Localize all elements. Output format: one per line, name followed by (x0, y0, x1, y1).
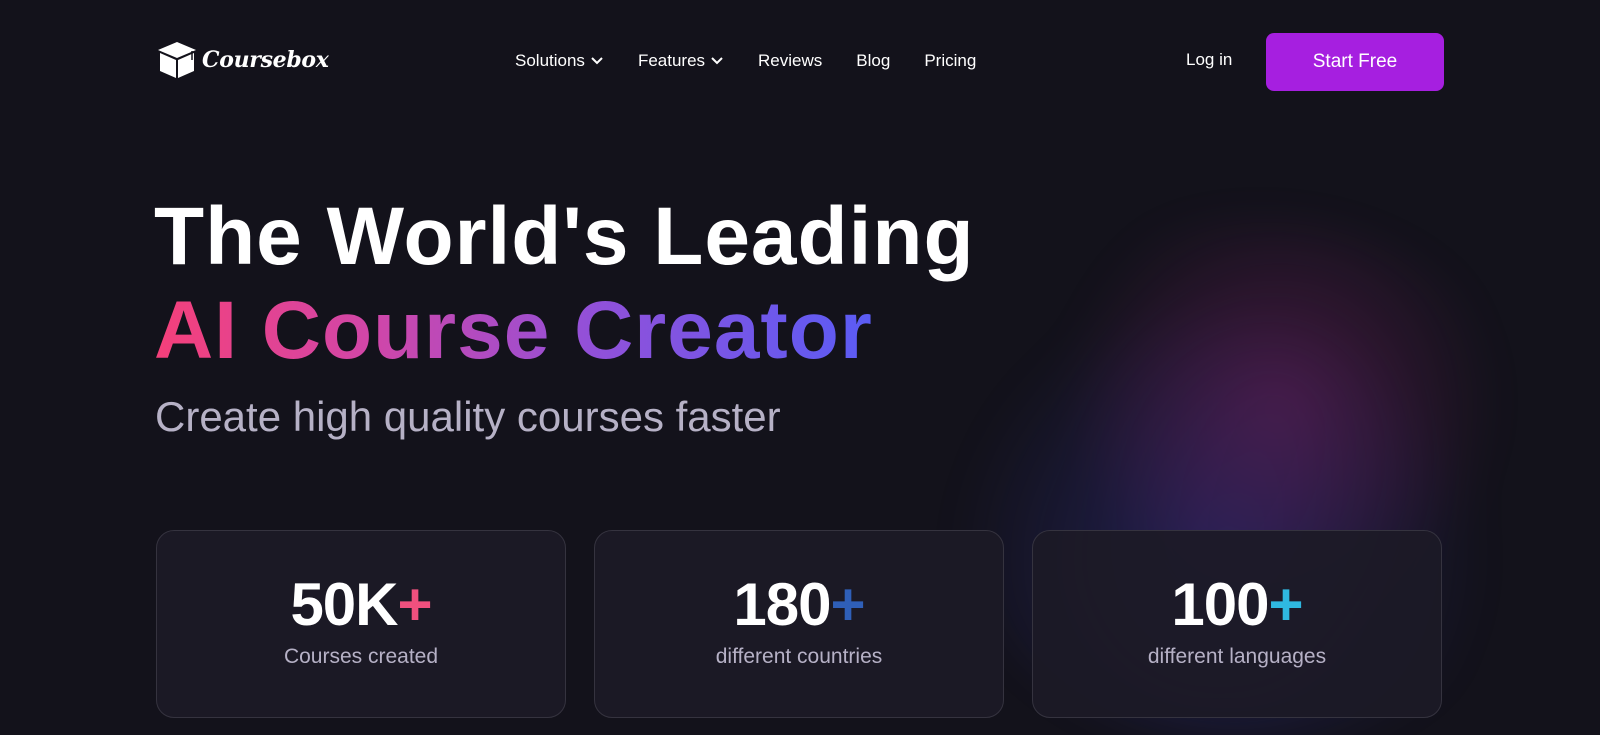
nav-item-pricing[interactable]: Pricing (924, 51, 976, 71)
logo[interactable]: Coursebox (156, 40, 329, 80)
stat-number: 180 (733, 571, 831, 638)
stat-label: different languages (1147, 645, 1327, 668)
stat-card-languages: 100+ different languages (1032, 530, 1442, 718)
hero-headline: The World's Leading AI Course Creator (154, 190, 975, 378)
nav-item-reviews[interactable]: Reviews (758, 51, 822, 71)
chevron-down-icon (591, 57, 603, 65)
stat-plus: + (397, 571, 433, 638)
stat-value: 180+ (733, 571, 866, 639)
nav-item-solutions[interactable]: Solutions (515, 51, 604, 71)
stat-number: 100 (1171, 571, 1269, 638)
stat-number: 50K (290, 571, 398, 638)
nav-item-blog[interactable]: Blog (856, 51, 890, 71)
nav-item-label: Reviews (758, 51, 823, 70)
main-nav: Solutions Features Reviews Blog Pricing (515, 50, 1010, 72)
stat-plus: + (1268, 571, 1304, 638)
logo-text: Coursebox (202, 47, 329, 73)
headline-line-1: The World's Leading (154, 191, 975, 282)
page: Coursebox Solutions Features Reviews Blo… (0, 0, 1600, 735)
nav-item-features[interactable]: Features (638, 51, 724, 71)
stats-row: 50K+ Courses created 180+ different coun… (156, 530, 1442, 718)
login-link[interactable]: Log in (1186, 50, 1232, 70)
nav-item-label: Pricing (924, 51, 977, 70)
stat-label: Courses created (283, 645, 439, 668)
start-free-button[interactable]: Start Free (1266, 33, 1444, 91)
nav-item-label: Blog (856, 51, 891, 70)
headline-line-2: AI Course Creator (154, 285, 873, 376)
nav-item-label: Solutions (515, 51, 585, 70)
stat-card-courses: 50K+ Courses created (156, 530, 566, 718)
stat-value: 50K+ (290, 571, 433, 639)
stat-label: different countries (715, 645, 883, 668)
stat-plus: + (830, 571, 866, 638)
graduation-box-icon (158, 42, 196, 78)
nav-item-label: Features (637, 51, 706, 70)
stat-value: 100+ (1171, 571, 1304, 639)
stat-card-countries: 180+ different countries (594, 530, 1004, 718)
hero-subheadline: Create high quality courses faster (155, 393, 781, 440)
chevron-down-icon (711, 57, 723, 65)
